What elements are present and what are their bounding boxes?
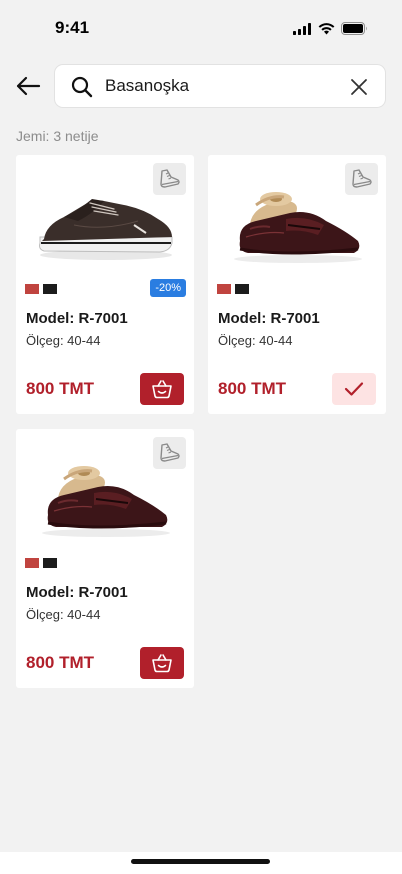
home-indicator[interactable] [131, 859, 270, 864]
back-button[interactable] [14, 72, 42, 100]
color-swatches [217, 284, 249, 294]
search-header [0, 62, 402, 110]
status-icons [293, 22, 368, 35]
product-size: Ölçeg: 40-44 [26, 333, 101, 348]
cellular-signal-icon [293, 22, 311, 35]
clear-search-button[interactable] [349, 77, 369, 97]
product-size: Ölçeg: 40-44 [26, 607, 101, 622]
product-model: Model: R-7001 [26, 584, 128, 601]
color-swatch-red[interactable] [25, 558, 39, 568]
color-swatch-black[interactable] [43, 558, 57, 568]
discount-badge: -20% [150, 279, 186, 297]
product-card[interactable]: Model: R-7001 Ölçeg: 40-44 800 TMT [16, 429, 194, 688]
color-swatch-black[interactable] [235, 284, 249, 294]
checkmark-icon [344, 382, 364, 396]
color-swatch-red[interactable] [217, 284, 231, 294]
color-swatches [25, 558, 57, 568]
results-count: Jemi: 3 netije [16, 128, 99, 144]
search-icon [71, 76, 93, 98]
home-indicator-area [0, 852, 402, 874]
color-swatch-red[interactable] [25, 284, 39, 294]
product-card[interactable]: Model: R-7001 Ölçeg: 40-44 800 TMT [208, 155, 386, 414]
product-price: 800 TMT [26, 653, 95, 672]
basket-icon [152, 654, 172, 673]
product-image [42, 466, 170, 537]
product-model: Model: R-7001 [218, 310, 320, 327]
product-card[interactable]: -20% Model: R-7001 Ölçeg: 40-44 800 TMT [16, 155, 194, 414]
close-icon [351, 79, 367, 95]
wifi-icon [318, 22, 335, 34]
product-model: Model: R-7001 [26, 310, 128, 327]
add-to-cart-button[interactable] [140, 373, 184, 405]
battery-icon [341, 22, 367, 35]
product-image [234, 192, 362, 263]
color-swatches [25, 284, 57, 294]
product-size: Ölçeg: 40-44 [218, 333, 293, 348]
added-to-cart-button[interactable] [332, 373, 376, 405]
product-price: 800 TMT [26, 379, 95, 398]
add-to-cart-button[interactable] [140, 647, 184, 679]
search-box [54, 64, 386, 108]
status-bar: 9:41 [0, 0, 402, 56]
search-input[interactable] [105, 71, 335, 101]
product-price: 800 TMT [218, 379, 287, 398]
color-swatch-black[interactable] [43, 284, 57, 294]
product-image [39, 199, 173, 260]
arrow-left-icon [16, 76, 41, 96]
status-time: 9:41 [55, 18, 90, 37]
basket-icon [152, 380, 172, 399]
